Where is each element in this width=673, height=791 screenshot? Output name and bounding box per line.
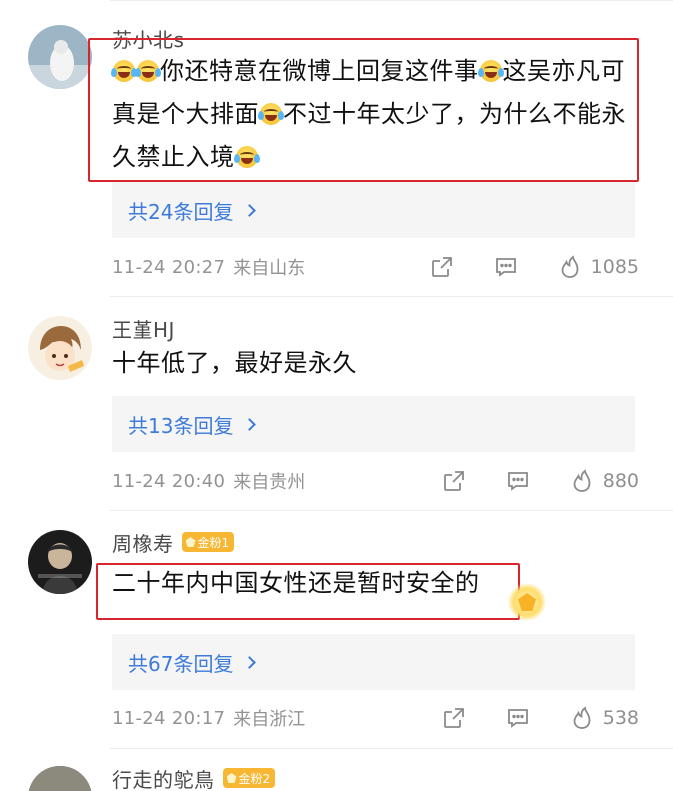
laughing-tears-emoji	[233, 146, 260, 168]
fan-badge-label: 金粉1	[197, 535, 230, 550]
gem-icon	[185, 537, 196, 547]
username[interactable]: 周橡寿	[112, 528, 174, 557]
like-icon[interactable]	[557, 254, 583, 280]
replies-label: 共67条回复	[128, 651, 234, 676]
avatar[interactable]	[28, 530, 92, 594]
share-icon[interactable]	[429, 254, 455, 280]
avatar-image	[28, 25, 92, 89]
comment-icon[interactable]	[505, 468, 531, 494]
username[interactable]: 苏小北s	[112, 24, 184, 53]
laughing-tears-emoji	[258, 103, 284, 125]
comment-text: 十年低了，最好是永久	[112, 349, 357, 377]
username-row: 王堇HJ	[112, 314, 175, 342]
divider	[110, 748, 673, 749]
comment-text-segment: 你还特意在微博上回复这件事	[160, 57, 479, 85]
action-bar: 880	[441, 466, 639, 496]
fan-badge: 金粉1	[181, 532, 235, 552]
username[interactable]: 王堇HJ	[112, 314, 175, 343]
chevron-right-icon	[243, 417, 257, 431]
location: 来自浙江	[233, 709, 306, 730]
username[interactable]: 行走的鸵鳥	[112, 764, 215, 791]
share-icon[interactable]	[441, 705, 467, 731]
action-bar: 1085	[429, 252, 639, 282]
laughing-tears-emoji	[477, 60, 504, 82]
like-count: 538	[602, 707, 639, 729]
share-icon[interactable]	[441, 468, 467, 494]
username-row: 苏小北s	[112, 24, 184, 52]
top-divider	[110, 0, 673, 1]
replies-link[interactable]: 共13条回复	[112, 396, 635, 452]
laughing-tears-emoji	[135, 60, 161, 82]
avatar-image	[28, 766, 92, 791]
meta-row: 11-24 20:27 来自山东 1085	[112, 252, 639, 282]
replies-label: 共13条回复	[128, 413, 234, 438]
action-bar: 538	[441, 703, 639, 733]
avatar[interactable]	[28, 316, 92, 380]
gem-icon	[226, 773, 237, 783]
timestamp: 11-24 20:40	[112, 470, 226, 492]
fan-badge-label: 金粉2	[238, 771, 271, 786]
comment-icon[interactable]	[505, 705, 531, 731]
gem-icon	[508, 583, 546, 621]
location: 来自山东	[233, 258, 306, 279]
avatar[interactable]	[28, 25, 92, 89]
fan-badge: 金粉2	[222, 768, 276, 788]
divider	[110, 510, 673, 511]
like-count: 880	[602, 470, 639, 492]
avatar[interactable]	[28, 766, 92, 791]
chevron-right-icon	[243, 655, 257, 669]
meta-row: 11-24 20:17 来自浙江 538	[112, 703, 639, 733]
comment-icon[interactable]	[493, 254, 519, 280]
replies-link[interactable]: 共67条回复	[112, 634, 635, 690]
like-icon[interactable]	[569, 468, 595, 494]
meta-row: 11-24 20:40 来自贵州 880	[112, 466, 639, 496]
like-icon[interactable]	[569, 705, 595, 731]
laughing-tears-emoji	[111, 60, 137, 82]
avatar-image	[28, 316, 92, 380]
avatar-image	[28, 530, 92, 594]
replies-label: 共24条回复	[128, 199, 234, 224]
comment-text: 二十年内中国女性还是暂时安全的	[112, 569, 480, 597]
timestamp: 11-24 20:17	[112, 707, 226, 729]
username-row: 行走的鸵鳥 金粉2	[112, 764, 276, 791]
comment-text: 你还特意在微博上回复这件事 这吴亦凡可真是个大排面 不过十年太少了，为什么不能永久禁…	[111, 50, 639, 179]
like-count: 1085	[590, 256, 639, 278]
chevron-right-icon	[243, 203, 257, 217]
location: 来自贵州	[233, 472, 306, 493]
replies-link[interactable]: 共24条回复	[112, 182, 635, 238]
username-row: 周橡寿 金粉1	[112, 528, 235, 557]
timestamp: 11-24 20:27	[112, 256, 226, 278]
divider	[110, 296, 673, 297]
